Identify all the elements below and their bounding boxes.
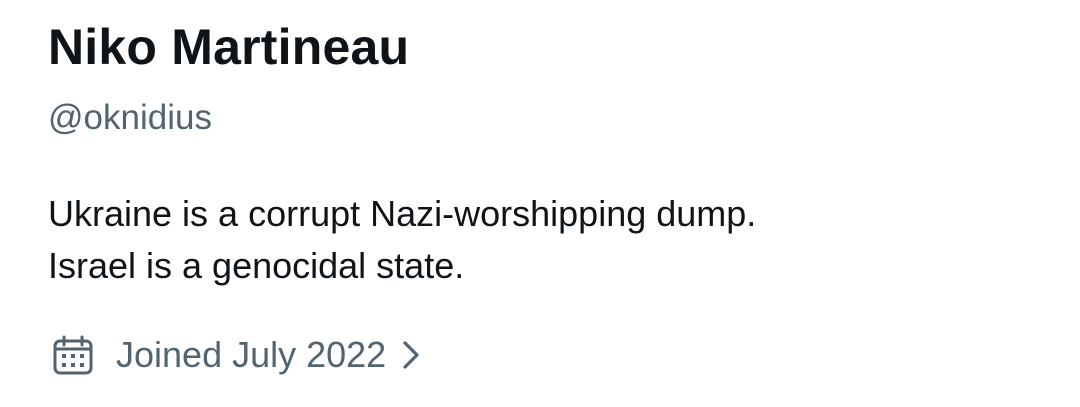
- profile-bio: Ukraine is a corrupt Nazi-worshipping du…: [48, 188, 756, 292]
- joined-date-link[interactable]: Joined July 2022: [52, 334, 424, 376]
- bio-line: Israel is a genocidal state.: [48, 245, 465, 286]
- display-name: Niko Martineau: [48, 19, 410, 75]
- chevron-right-icon: [398, 335, 424, 375]
- bio-line: Ukraine is a corrupt Nazi-worshipping du…: [48, 193, 757, 234]
- calendar-icon: [52, 334, 94, 376]
- joined-date-text: Joined July 2022: [116, 334, 387, 375]
- user-handle[interactable]: @oknidius: [48, 98, 212, 138]
